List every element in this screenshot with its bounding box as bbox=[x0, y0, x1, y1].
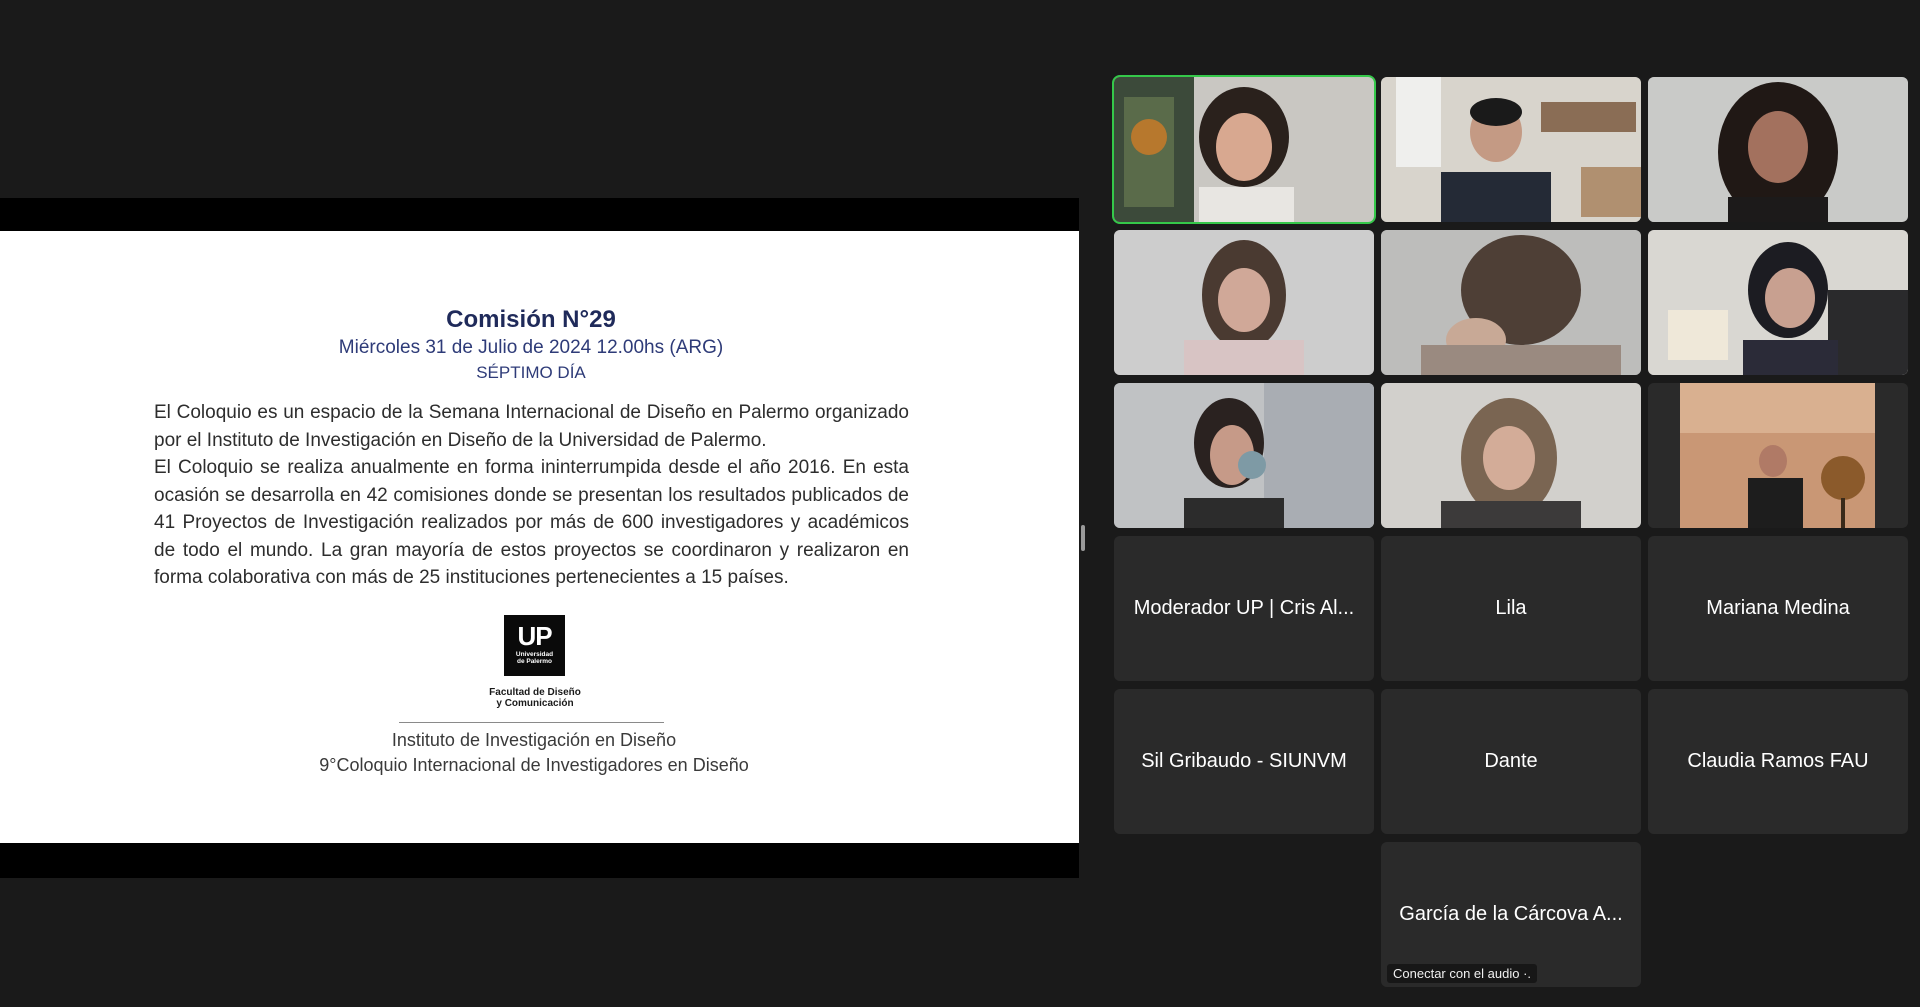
participant-name: Moderador UP | Cris Al... bbox=[1133, 597, 1355, 619]
participant-video-tile[interactable] bbox=[1381, 77, 1641, 222]
shared-screen[interactable]: Comisión N°29 Miércoles 31 de Julio de 2… bbox=[0, 198, 1079, 878]
participant-video-tile[interactable] bbox=[1114, 230, 1374, 375]
participant-name: Claudia Ramos FAU bbox=[1687, 750, 1869, 772]
presentation-slide: Comisión N°29 Miércoles 31 de Julio de 2… bbox=[0, 231, 1079, 843]
slide-date: Miércoles 31 de Julio de 2024 12.00hs (A… bbox=[338, 337, 724, 358]
participant-video bbox=[1648, 230, 1908, 375]
participant-name-tile[interactable]: Dante bbox=[1381, 689, 1641, 834]
participant-video bbox=[1114, 77, 1374, 222]
connect-audio-label[interactable]: Conectar con el audio ·. bbox=[1387, 964, 1538, 983]
participant-name: Mariana Medina bbox=[1706, 597, 1850, 619]
participant-video bbox=[1648, 77, 1908, 222]
participant-name-tile[interactable]: Claudia Ramos FAU bbox=[1648, 689, 1908, 834]
participant-video bbox=[1381, 230, 1641, 375]
participant-name: Dante bbox=[1484, 750, 1538, 772]
participant-name: Lila bbox=[1495, 597, 1527, 619]
meeting-window: Comisión N°29 Miércoles 31 de Julio de 2… bbox=[0, 0, 1920, 1007]
participant-video bbox=[1381, 383, 1641, 528]
slide-divider bbox=[399, 722, 664, 723]
participant-video bbox=[1114, 230, 1374, 375]
slide-body: El Coloquio es un espacio de la Semana I… bbox=[154, 399, 909, 592]
slide-paragraph: El Coloquio es un espacio de la Semana I… bbox=[154, 402, 909, 451]
logo-text: UP bbox=[517, 621, 552, 651]
participant-video-tile[interactable] bbox=[1381, 383, 1641, 528]
participant-video bbox=[1381, 77, 1641, 222]
participant-name-tile[interactable]: Lila bbox=[1381, 536, 1641, 681]
participant-name-tile[interactable]: García de la Cárcova A... Conectar con e… bbox=[1381, 842, 1641, 987]
participant-video bbox=[1114, 383, 1374, 528]
logo-caption-line: y Comunicación bbox=[496, 698, 574, 709]
slide-day: SÉPTIMO DÍA bbox=[476, 363, 586, 382]
split-view-handle[interactable] bbox=[1081, 525, 1085, 551]
logo-subtext: de Palermo bbox=[516, 658, 553, 665]
university-logo: UP Universidad de Palermo bbox=[504, 615, 565, 676]
logo-caption: Facultad de Diseño y Comunicación bbox=[460, 687, 610, 709]
slide-coloquio: 9°Coloquio Internacional de Investigador… bbox=[319, 755, 749, 775]
participant-video-tile[interactable] bbox=[1648, 383, 1908, 528]
logo-caption-line: Facultad de Diseño bbox=[489, 687, 581, 698]
slide-paragraph: El Coloquio se realiza anualmente en for… bbox=[154, 457, 909, 588]
participant-video-tile[interactable] bbox=[1648, 77, 1908, 222]
participant-video-tile[interactable] bbox=[1381, 230, 1641, 375]
slide-title: Comisión N°29 bbox=[446, 306, 616, 333]
participant-video bbox=[1648, 383, 1908, 528]
participant-name-tile[interactable]: Sil Gribaudo - SIUNVM bbox=[1114, 689, 1374, 834]
logo-subtext: Universidad bbox=[515, 651, 554, 658]
participant-name-tile[interactable]: Mariana Medina bbox=[1648, 536, 1908, 681]
slide-institute: Instituto de Investigación en Diseño bbox=[391, 730, 677, 750]
participant-name-tile[interactable]: Moderador UP | Cris Al... bbox=[1114, 536, 1374, 681]
participant-video-tile[interactable] bbox=[1114, 383, 1374, 528]
participant-name: Sil Gribaudo - SIUNVM bbox=[1141, 750, 1347, 772]
participant-video-tile[interactable] bbox=[1112, 75, 1376, 224]
participant-video-tile[interactable] bbox=[1648, 230, 1908, 375]
